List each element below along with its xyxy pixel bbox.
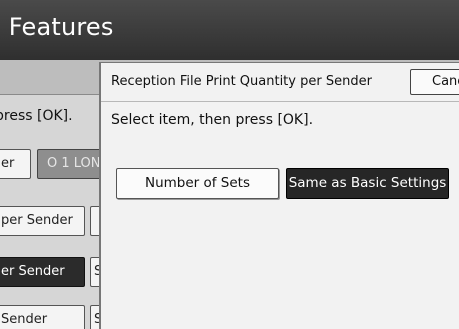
background-sender-button[interactable]: Sender [0,305,85,329]
settings-dialog: Reception File Print Quantity per Sender… [99,62,459,329]
page-title: e Features [0,13,114,41]
background-option-button[interactable]: er [0,149,31,179]
dialog-instruction: Select item, then press [OK]. [111,112,314,128]
dialog-body: Select item, then press [OK]. Number of … [101,102,459,329]
same-as-basic-settings-button[interactable]: Same as Basic Settings [286,168,449,199]
background-selected-button[interactable]: er Sender [0,257,85,287]
cancel-button[interactable]: Cancel [410,69,459,95]
background-copies-button[interactable]: O 1 LON [37,149,101,179]
background-instruction: press [OK]. [0,108,73,124]
background-setting-button[interactable]: per Sender [0,206,85,236]
screen: e Features press [OK]. er O 1 LON per Se… [0,0,459,329]
dialog-title: Reception File Print Quantity per Sender [111,74,372,89]
dialog-titlebar: Reception File Print Quantity per Sender… [101,63,459,102]
header-bar: e Features [0,0,459,60]
number-of-sets-button[interactable]: Number of Sets [116,168,279,199]
